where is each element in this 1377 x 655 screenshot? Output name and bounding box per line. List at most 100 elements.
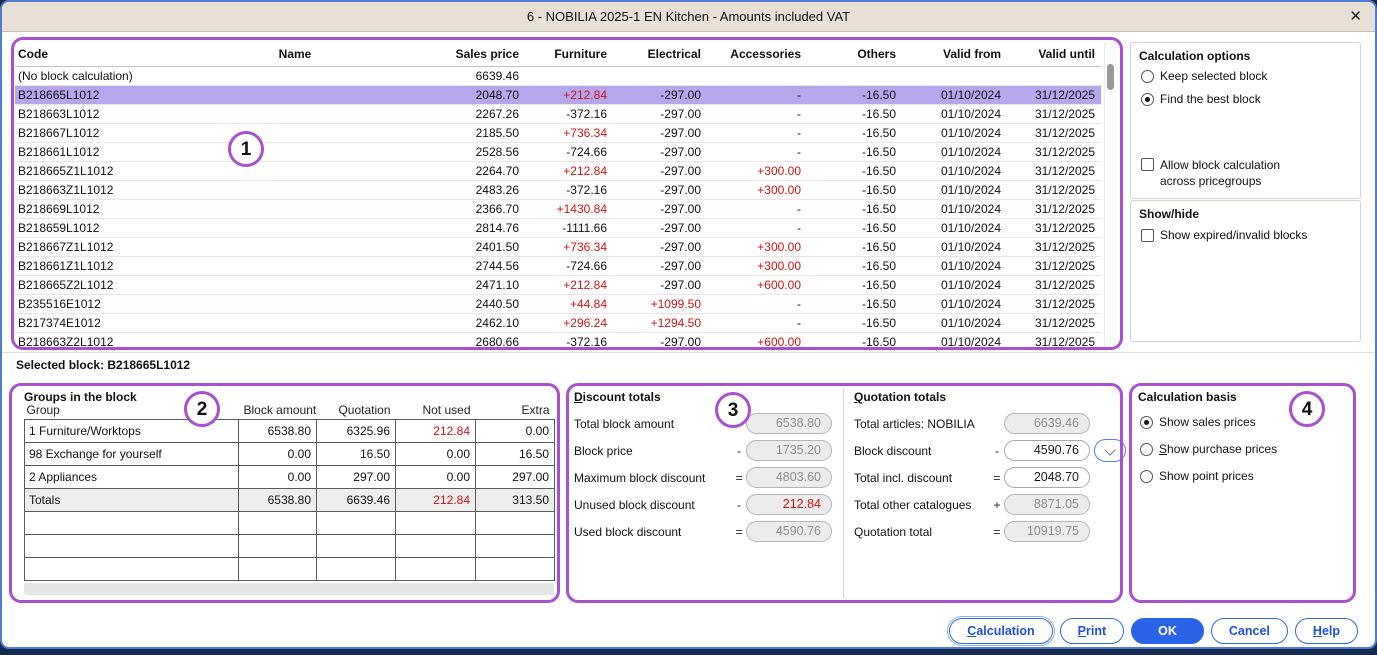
- value-field: 10919.75: [1004, 521, 1090, 542]
- table-row[interactable]: B218663L1012 2267.26 -372.16 -297.00- -16.50…: [15, 104, 1101, 124]
- table-cell: -: [707, 294, 807, 314]
- titlebar: 6 - NOBILIA 2025-1 EN Kitchen - Amounts …: [2, 2, 1375, 32]
- table-row[interactable]: B218667Z1L1012 2401.50 +736.34 -297.00 +300.…: [15, 237, 1101, 257]
- radio-show-point-prices[interactable]: Show point prices: [1140, 462, 1277, 489]
- table-cell: 31/12/2025: [1007, 275, 1101, 295]
- table-cell: -16.50: [807, 294, 902, 314]
- table-cell: +212.84: [525, 85, 613, 105]
- column-header[interactable]: Accessories: [707, 42, 807, 67]
- table-row[interactable]: B218661L1012 2528.56 -724.66 -297.00- -16.50…: [15, 142, 1101, 162]
- table-cell: [316, 510, 396, 535]
- operator: =: [735, 524, 743, 539]
- radio-keep-selected-block[interactable]: Keep selected block: [1141, 69, 1267, 83]
- table-cell: 98 Exchange for yourself: [24, 441, 239, 466]
- table-row: [24, 510, 555, 535]
- column-header[interactable]: Others: [807, 42, 902, 67]
- table-row[interactable]: B235516E1012 2440.50 +44.84 +1099.50- -16.50…: [15, 294, 1101, 314]
- table-row[interactable]: B218665Z2L1012 2471.10 +212.84 -297.00 +600.…: [15, 275, 1101, 295]
- table-cell: +300.00: [707, 161, 807, 181]
- table-cell: [475, 533, 555, 558]
- annotation-circle-2: 2: [184, 391, 220, 427]
- table-cell: [245, 161, 345, 181]
- table-cell: 31/12/2025: [1007, 218, 1101, 238]
- groups-table-body: 1 Furniture/Worktops 6538.80 6325.96 212.84…: [24, 418, 555, 581]
- table-cell: 297.00: [316, 464, 396, 489]
- totals-label: Used block discount: [574, 524, 682, 539]
- table-cell: 2814.76: [345, 218, 525, 238]
- checkbox-show-expired-blocks[interactable]: Show expired/invalid blocks: [1141, 228, 1307, 242]
- table-row[interactable]: B218667L1012 2185.50 +736.34 -297.00- -16.50…: [15, 123, 1101, 143]
- column-header[interactable]: Valid until: [1007, 42, 1101, 67]
- table-row[interactable]: B218665L1012 2048.70 +212.84 -297.00- -16.50…: [15, 85, 1101, 105]
- checkbox-icon[interactable]: [1141, 229, 1154, 242]
- table-cell: -297.00: [613, 85, 707, 105]
- table-cell: -372.16: [525, 332, 613, 349]
- table-cell: Totals: [24, 487, 239, 512]
- chevron-down-icon[interactable]: [1094, 439, 1126, 462]
- value-field[interactable]: 4590.76: [1004, 440, 1090, 461]
- totals-row: Total articles: NOBILIA 6639.46: [854, 410, 1090, 437]
- column-header[interactable]: Name: [245, 42, 345, 67]
- table-cell: [245, 199, 345, 219]
- column-header: Not used: [422, 402, 471, 417]
- operator: -: [737, 443, 741, 458]
- value-field: 6639.46: [1004, 413, 1090, 434]
- radio-icon[interactable]: [1141, 70, 1154, 83]
- table-cell: 2264.70: [345, 161, 525, 181]
- table-cell: 6538.80: [238, 487, 317, 512]
- ok-button[interactable]: OK: [1131, 618, 1204, 644]
- table-vertical-scrollbar: [1104, 42, 1115, 349]
- radio-find-best-block[interactable]: Find the best block: [1141, 92, 1261, 106]
- table-row[interactable]: B218659L1012 2814.76 -1111.66 -297.00- -16.5…: [15, 218, 1101, 238]
- table-cell: 16.50: [316, 441, 396, 466]
- operator: =: [993, 470, 1001, 485]
- help-button[interactable]: Help: [1294, 618, 1358, 644]
- radio-icon[interactable]: [1141, 93, 1154, 106]
- table-row[interactable]: B218661Z1L1012 2744.56 -724.66 -297.00 +300.…: [15, 256, 1101, 276]
- column-header[interactable]: Sales price: [345, 42, 525, 67]
- checkbox-icon[interactable]: [1141, 158, 1154, 171]
- column-header[interactable]: Valid from: [902, 42, 1007, 67]
- table-row[interactable]: B218663Z1L1012 2483.26 -372.16 -297.00 +300.…: [15, 180, 1101, 200]
- show-hide-title: Show/hide: [1139, 207, 1199, 221]
- table-cell: [24, 510, 239, 535]
- annotation-circle-1: 1: [228, 131, 264, 167]
- table-cell: 01/10/2024: [902, 294, 1007, 314]
- table-cell: -1111.66: [525, 218, 613, 238]
- table-row[interactable]: (No block calculation) 6639.46: [15, 66, 1101, 86]
- table-cell: -16.50: [807, 332, 902, 349]
- button-bar: Calculation Print OK Cancel Help: [947, 616, 1358, 646]
- table-cell: 31/12/2025: [1007, 180, 1101, 200]
- table-cell: 31/12/2025: [1007, 161, 1101, 181]
- table-row[interactable]: B218669L1012 2366.70 +1430.84 -297.00- -16.5…: [15, 199, 1101, 219]
- close-icon[interactable]: ✕: [1349, 8, 1362, 26]
- radio-icon[interactable]: [1140, 443, 1153, 456]
- column-header[interactable]: Code: [15, 42, 245, 67]
- radio-show-purchase-prices[interactable]: Show purchase prices: [1140, 435, 1277, 462]
- checkbox-allow-block-calculation[interactable]: Allow block calculation across pricegrou…: [1141, 157, 1326, 189]
- column-header[interactable]: Furniture: [525, 42, 613, 67]
- table-cell: 01/10/2024: [902, 237, 1007, 257]
- cancel-button[interactable]: Cancel: [1210, 618, 1288, 644]
- table-cell: 31/12/2025: [1007, 294, 1101, 314]
- table-cell: 01/10/2024: [902, 123, 1007, 143]
- calculation-button[interactable]: Calculation: [947, 616, 1055, 646]
- radio-label: Show sales prices: [1159, 414, 1256, 429]
- table-cell: -16.50: [807, 199, 902, 219]
- table-cell: 31/12/2025: [1007, 332, 1101, 349]
- table-row[interactable]: B218663Z2L1012 2680.66 -372.16 -297.00 +600.…: [15, 332, 1101, 349]
- table-row[interactable]: B218665Z1L1012 2264.70 +212.84 -297.00 +300.…: [15, 161, 1101, 181]
- radio-icon[interactable]: [1140, 416, 1153, 429]
- scrollbar-thumb[interactable]: [1107, 64, 1114, 90]
- print-button[interactable]: Print: [1059, 618, 1125, 644]
- column-header[interactable]: Electrical: [613, 42, 707, 67]
- table-cell: B218659L1012: [15, 218, 245, 238]
- table-row[interactable]: B217374E1012 2462.10 +296.24 +1294.50- -16.5…: [15, 313, 1101, 333]
- table-cell: 2185.50: [345, 123, 525, 143]
- value-field[interactable]: 2048.70: [1004, 467, 1090, 488]
- groups-horizontal-scrollbar[interactable]: [24, 583, 554, 595]
- radio-show-sales-prices[interactable]: Show sales prices: [1140, 408, 1277, 435]
- table-cell: 212.84: [395, 418, 476, 443]
- radio-icon[interactable]: [1140, 470, 1153, 483]
- operator: =: [993, 524, 1001, 539]
